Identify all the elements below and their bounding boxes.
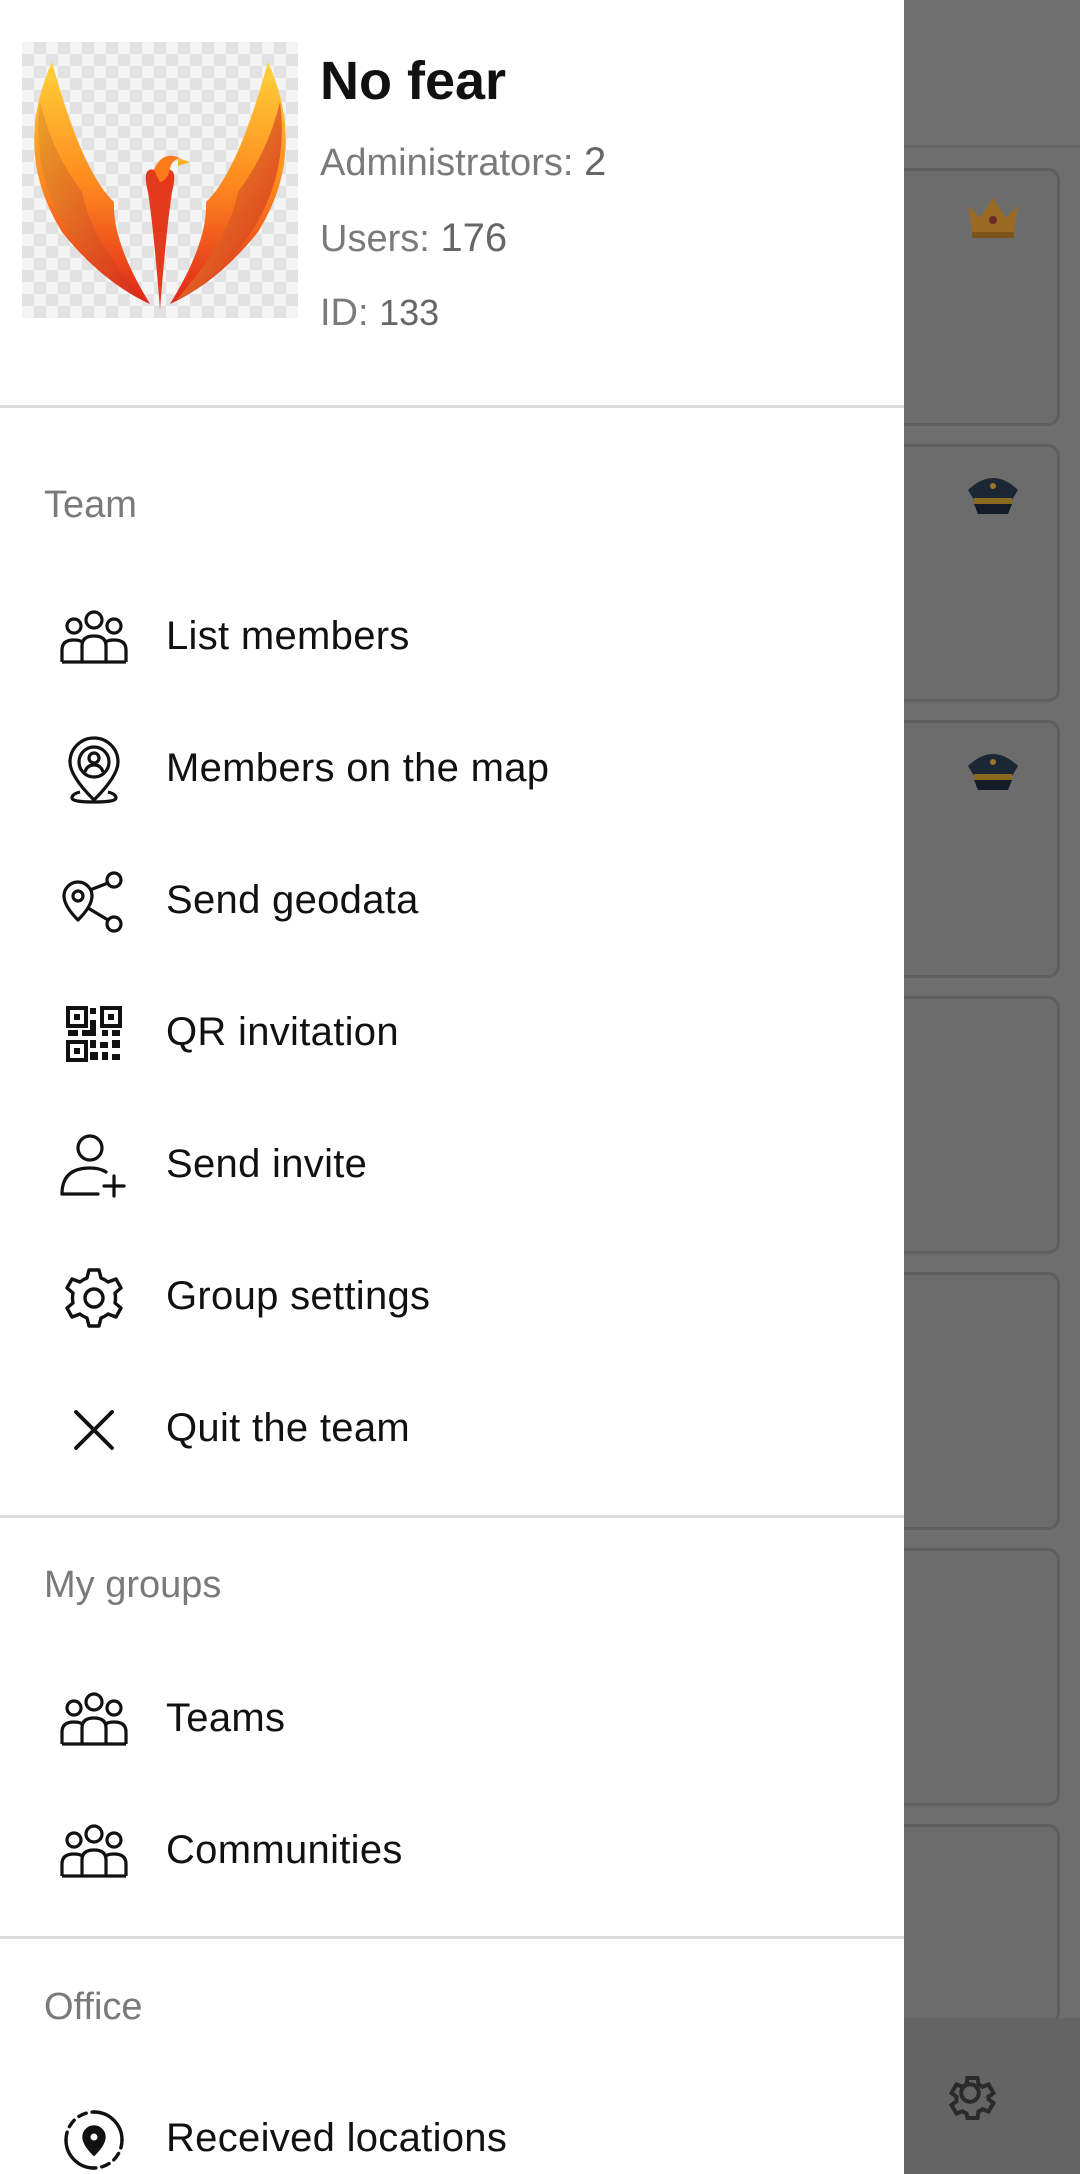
close-icon: [58, 1394, 130, 1466]
menu-item-received-locations[interactable]: Received locations: [0, 2072, 904, 2174]
map-pin-user-icon: [58, 734, 130, 806]
menu-item-label: Communities: [166, 1828, 403, 1872]
navigation-drawer: No fear Administrators: 2 Users: 176 ID:…: [0, 0, 904, 2174]
section-title-office: Office: [44, 1986, 143, 2028]
menu-item-label: Send geodata: [166, 878, 419, 922]
qr-code-icon: [58, 998, 130, 1070]
menu-item-teams[interactable]: Teams: [0, 1652, 904, 1784]
background-member-card: [880, 1272, 1060, 1530]
users-count: Users: 176: [320, 216, 507, 261]
menu-item-label: Group settings: [166, 1274, 431, 1318]
phoenix-logo-icon: [34, 62, 286, 310]
background-member-card: [880, 996, 1060, 1254]
users-value: 176: [440, 216, 508, 260]
menu-item-label: List members: [166, 614, 410, 658]
menu-item-label: Send invite: [166, 1142, 368, 1186]
section-divider: [0, 1515, 904, 1518]
people-group-icon: [58, 602, 130, 674]
menu-item-label: Quit the team: [166, 1406, 411, 1450]
menu-item-qr-invitation[interactable]: QR invitation: [0, 966, 904, 1098]
add-user-icon: [58, 1130, 130, 1202]
menu-item-members-on-map[interactable]: Members on the map: [0, 702, 904, 834]
background-member-card: [880, 1548, 1060, 1806]
administrators-count: Administrators: 2: [320, 140, 606, 185]
menu-item-label: Teams: [166, 1696, 286, 1740]
menu-item-label: Received locations: [166, 2116, 508, 2160]
users-label: Users:: [320, 218, 430, 260]
people-group-icon: [58, 1684, 130, 1756]
group-id-value: 133: [379, 292, 440, 333]
police-cap-icon: [968, 478, 1018, 514]
administrators-label: Administrators:: [320, 142, 574, 184]
group-id-label: ID:: [320, 292, 369, 334]
gear-icon: [948, 2076, 997, 2120]
background-member-card: [880, 1824, 1060, 2024]
group-avatar[interactable]: [22, 42, 298, 318]
crown-icon: [968, 198, 1018, 238]
menu-item-quit-team[interactable]: Quit the team: [0, 1362, 904, 1494]
gear-icon: [58, 1262, 130, 1334]
menu-item-label: Members on the map: [166, 746, 550, 790]
section-title-my-groups: My groups: [44, 1564, 222, 1606]
police-cap-icon: [968, 754, 1018, 790]
group-id: ID: 133: [320, 292, 439, 335]
section-divider: [0, 1936, 904, 1939]
location-target-icon: [58, 2104, 130, 2174]
administrators-value: 2: [583, 140, 607, 184]
section-title-team: Team: [44, 484, 137, 526]
menu-item-list-members[interactable]: List members: [0, 570, 904, 702]
share-location-icon: [58, 866, 130, 938]
menu-item-label: QR invitation: [166, 1010, 399, 1054]
group-header: No fear Administrators: 2 Users: 176 ID:…: [0, 0, 904, 408]
menu-item-group-settings[interactable]: Group settings: [0, 1230, 904, 1362]
group-name: No fear: [320, 51, 507, 111]
people-group-icon: [58, 1816, 130, 1888]
menu-item-send-invite[interactable]: Send invite: [0, 1098, 904, 1230]
menu-item-send-geodata[interactable]: Send geodata: [0, 834, 904, 966]
menu-item-communities[interactable]: Communities: [0, 1784, 904, 1916]
